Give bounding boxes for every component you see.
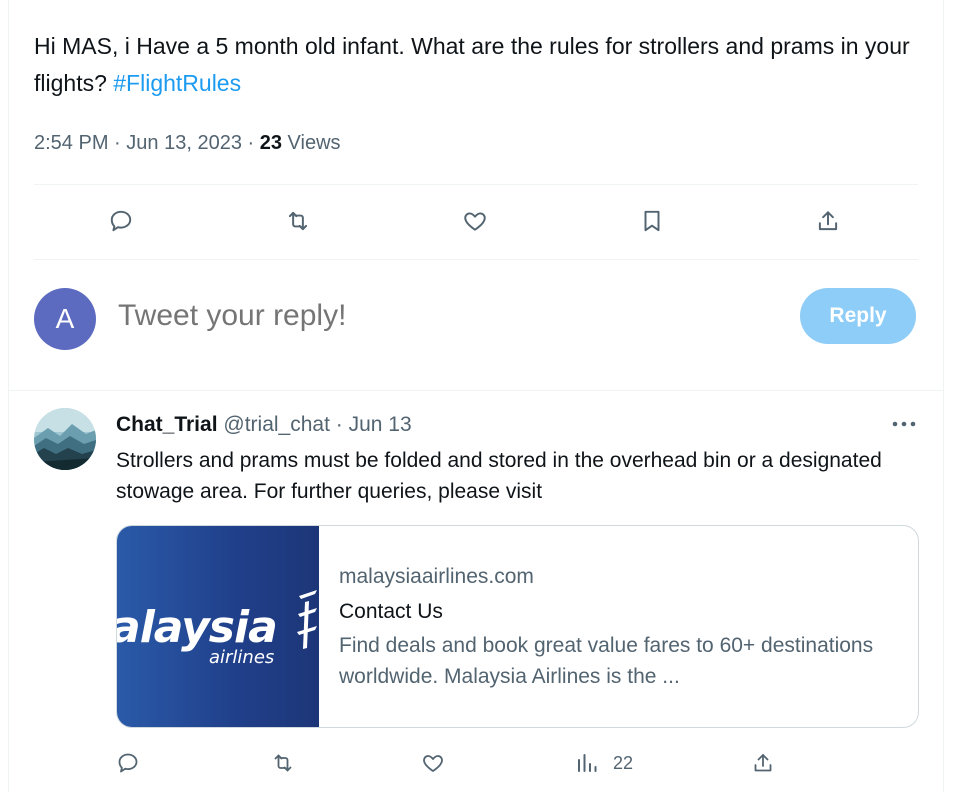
section-divider [9,390,943,391]
comment-icon [110,210,132,232]
tweet-meta: 2:54 PM · Jun 13, 2023 · 23 Views [34,128,341,158]
reply-share-button[interactable] [751,748,775,778]
avatar[interactable] [34,408,96,470]
reply-reply-button[interactable] [116,748,140,778]
more-icon [892,421,916,427]
analytics-count: 22 [613,752,634,773]
link-card[interactable]: alaysia airlines malaysiaairlines.com Co… [116,525,919,728]
author-handle[interactable]: @trial_chat [223,413,330,436]
logo-subtext: airlines [209,647,275,668]
reply-action-button[interactable] [104,204,138,238]
tweet-time[interactable]: 2:54 PM [34,132,108,154]
reply-header: Chat_Trial @trial_chat · Jun 13 [116,410,412,440]
retweet-action-button[interactable] [281,204,315,238]
airline-logo-mark-icon [297,590,317,649]
reply-like-button[interactable] [421,748,445,778]
mountain-landscape-avatar-image [34,408,96,470]
heart-icon [464,212,486,231]
share-action-button[interactable] [811,204,845,238]
more-button[interactable] [887,412,921,436]
hashtag-link[interactable]: #FlightRules [113,70,241,96]
bookmark-icon [644,210,660,232]
logo-text: alaysia [117,602,278,653]
card-domain: malaysiaairlines.com [339,565,534,588]
frame-border-right [943,0,944,792]
meta-separator: · [247,132,255,154]
card-title: Contact Us [339,600,443,623]
header-separator: · [335,413,343,436]
like-action-button[interactable] [458,204,492,238]
bookmark-action-button[interactable] [635,204,669,238]
views-label: Views [287,132,341,154]
share-icon [754,754,772,772]
retweet-icon [274,754,292,772]
frame-border-left [8,0,9,792]
reply-text: Strollers and prams must be folded and s… [116,449,882,503]
comment-icon [118,753,138,773]
card-image: alaysia airlines [117,526,319,727]
reply-analytics-button[interactable]: 22 [575,748,633,778]
user-avatar[interactable]: A [34,288,96,350]
meta-separator: · [114,132,121,154]
analytics-icon [578,754,597,772]
divider [34,259,918,260]
author-name[interactable]: Chat_Trial [116,413,218,436]
reply-retweet-button[interactable] [271,748,295,778]
tweet-date[interactable]: Jun 13, 2023 [126,132,242,154]
divider [34,184,918,185]
reply-date[interactable]: Jun 13 [349,413,412,436]
views-count: 23 [259,132,282,154]
card-description: Find deals and book great value fares to… [339,634,874,688]
retweet-icon [288,211,308,231]
tweet-text: Hi MAS, i Have a 5 month old infant. Wha… [34,28,924,102]
reply-button[interactable]: Reply [800,288,916,344]
share-icon [818,211,838,231]
reply-input[interactable] [118,296,718,336]
heart-icon [423,755,443,772]
